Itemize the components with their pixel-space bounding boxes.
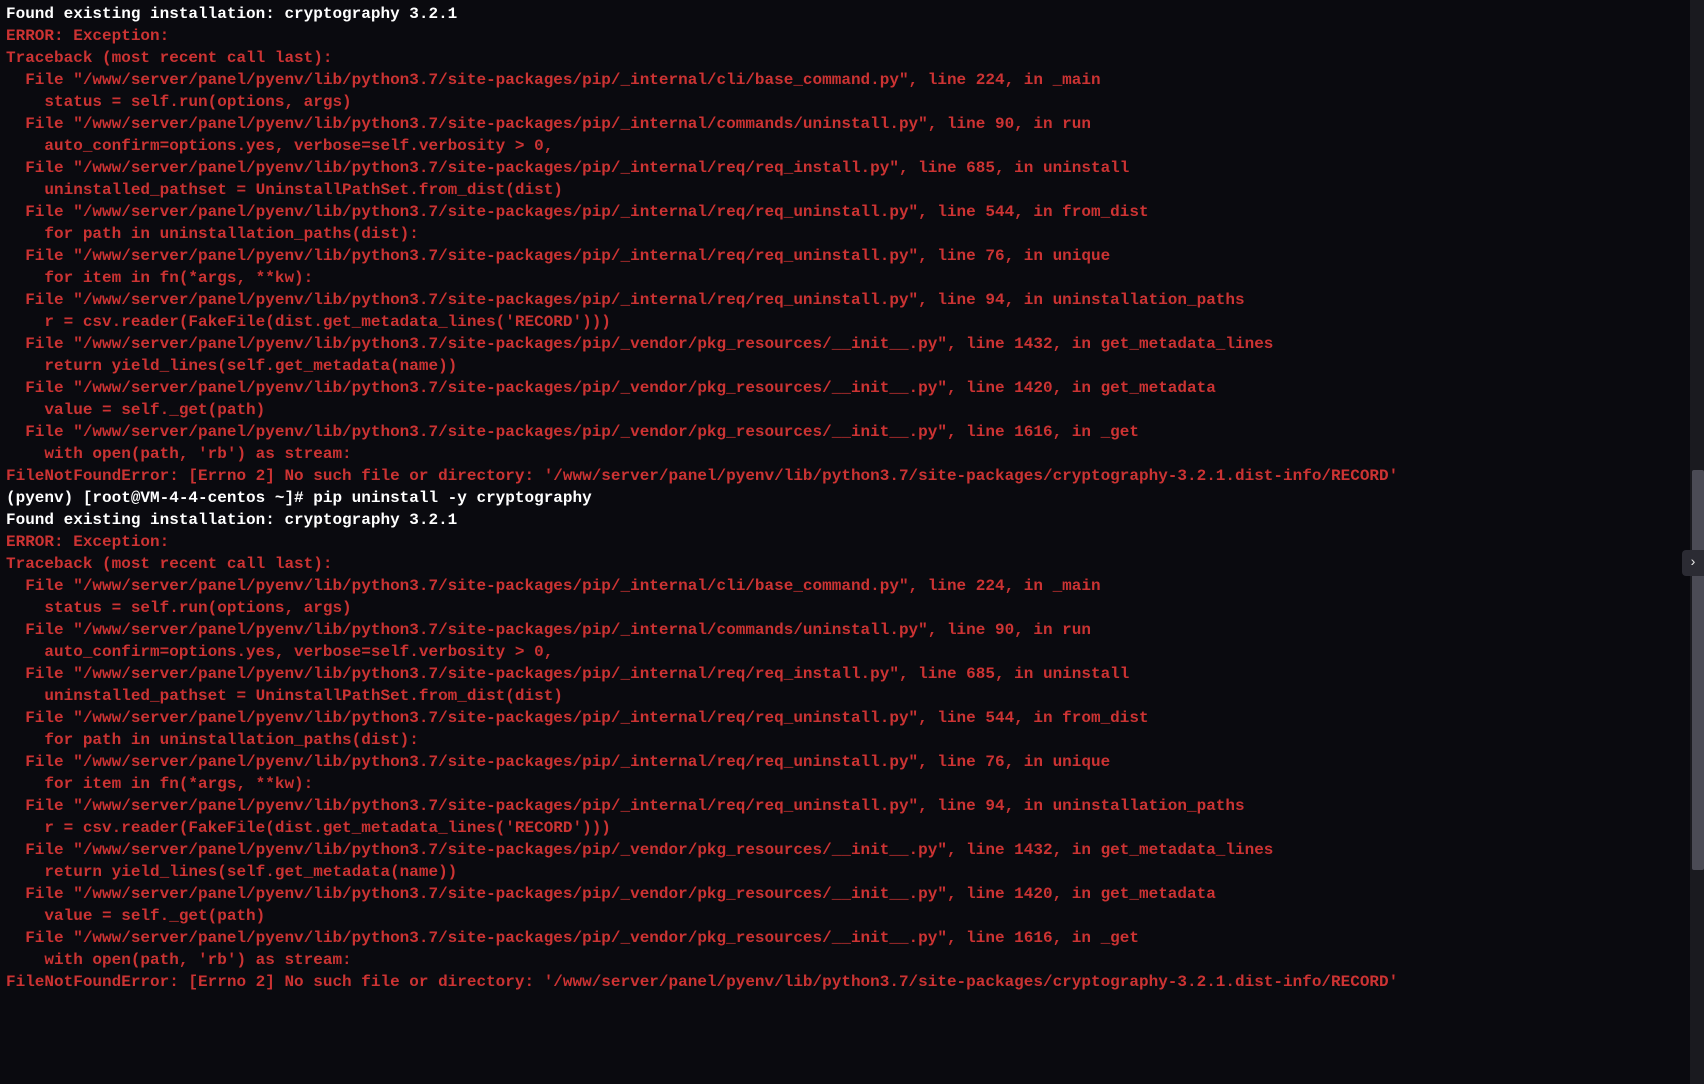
terminal-line: r = csv.reader(FakeFile(dist.get_metadat…	[6, 311, 1698, 333]
terminal-line: File "/www/server/panel/pyenv/lib/python…	[6, 113, 1698, 135]
terminal-line: File "/www/server/panel/pyenv/lib/python…	[6, 245, 1698, 267]
terminal-line: status = self.run(options, args)	[6, 597, 1698, 619]
terminal-line: return yield_lines(self.get_metadata(nam…	[6, 355, 1698, 377]
terminal-line: File "/www/server/panel/pyenv/lib/python…	[6, 157, 1698, 179]
terminal-line: File "/www/server/panel/pyenv/lib/python…	[6, 751, 1698, 773]
terminal-output[interactable]: Found existing installation: cryptograph…	[0, 0, 1704, 1084]
terminal-line: Found existing installation: cryptograph…	[6, 509, 1698, 531]
terminal-line: for item in fn(*args, **kw):	[6, 267, 1698, 289]
terminal-line: value = self._get(path)	[6, 399, 1698, 421]
terminal-line: File "/www/server/panel/pyenv/lib/python…	[6, 201, 1698, 223]
terminal-line: for item in fn(*args, **kw):	[6, 773, 1698, 795]
terminal-line: for path in uninstallation_paths(dist):	[6, 223, 1698, 245]
terminal-line: r = csv.reader(FakeFile(dist.get_metadat…	[6, 817, 1698, 839]
vertical-scrollbar-thumb[interactable]	[1692, 470, 1704, 870]
terminal-line: value = self._get(path)	[6, 905, 1698, 927]
terminal-line: File "/www/server/panel/pyenv/lib/python…	[6, 883, 1698, 905]
terminal-line: File "/www/server/panel/pyenv/lib/python…	[6, 377, 1698, 399]
terminal-line: uninstalled_pathset = UninstallPathSet.f…	[6, 179, 1698, 201]
terminal-line: File "/www/server/panel/pyenv/lib/python…	[6, 69, 1698, 91]
terminal-line: File "/www/server/panel/pyenv/lib/python…	[6, 619, 1698, 641]
terminal-line: File "/www/server/panel/pyenv/lib/python…	[6, 795, 1698, 817]
terminal-line: status = self.run(options, args)	[6, 91, 1698, 113]
terminal-line: with open(path, 'rb') as stream:	[6, 443, 1698, 465]
terminal-line: return yield_lines(self.get_metadata(nam…	[6, 861, 1698, 883]
terminal-line: File "/www/server/panel/pyenv/lib/python…	[6, 333, 1698, 355]
terminal-line: File "/www/server/panel/pyenv/lib/python…	[6, 663, 1698, 685]
terminal-line: uninstalled_pathset = UninstallPathSet.f…	[6, 685, 1698, 707]
terminal-line: FileNotFoundError: [Errno 2] No such fil…	[6, 971, 1698, 993]
terminal-line: Traceback (most recent call last):	[6, 47, 1698, 69]
terminal-line: (pyenv) [root@VM-4-4-centos ~]# pip unin…	[6, 487, 1698, 509]
terminal-line: File "/www/server/panel/pyenv/lib/python…	[6, 421, 1698, 443]
terminal-line: File "/www/server/panel/pyenv/lib/python…	[6, 839, 1698, 861]
terminal-line: File "/www/server/panel/pyenv/lib/python…	[6, 575, 1698, 597]
terminal-line: with open(path, 'rb') as stream:	[6, 949, 1698, 971]
terminal-line: auto_confirm=options.yes, verbose=self.v…	[6, 641, 1698, 663]
terminal-line: File "/www/server/panel/pyenv/lib/python…	[6, 927, 1698, 949]
terminal-line: auto_confirm=options.yes, verbose=self.v…	[6, 135, 1698, 157]
expand-arrow-button[interactable]: ›	[1682, 550, 1704, 576]
terminal-line: FileNotFoundError: [Errno 2] No such fil…	[6, 465, 1698, 487]
terminal-line: Traceback (most recent call last):	[6, 553, 1698, 575]
terminal-line: File "/www/server/panel/pyenv/lib/python…	[6, 289, 1698, 311]
terminal-line: Found existing installation: cryptograph…	[6, 3, 1698, 25]
vertical-scrollbar-track[interactable]	[1690, 0, 1704, 1084]
terminal-line: File "/www/server/panel/pyenv/lib/python…	[6, 707, 1698, 729]
chevron-right-icon: ›	[1689, 552, 1697, 574]
terminal-line: ERROR: Exception:	[6, 25, 1698, 47]
terminal-line: ERROR: Exception:	[6, 531, 1698, 553]
terminal-line: for path in uninstallation_paths(dist):	[6, 729, 1698, 751]
